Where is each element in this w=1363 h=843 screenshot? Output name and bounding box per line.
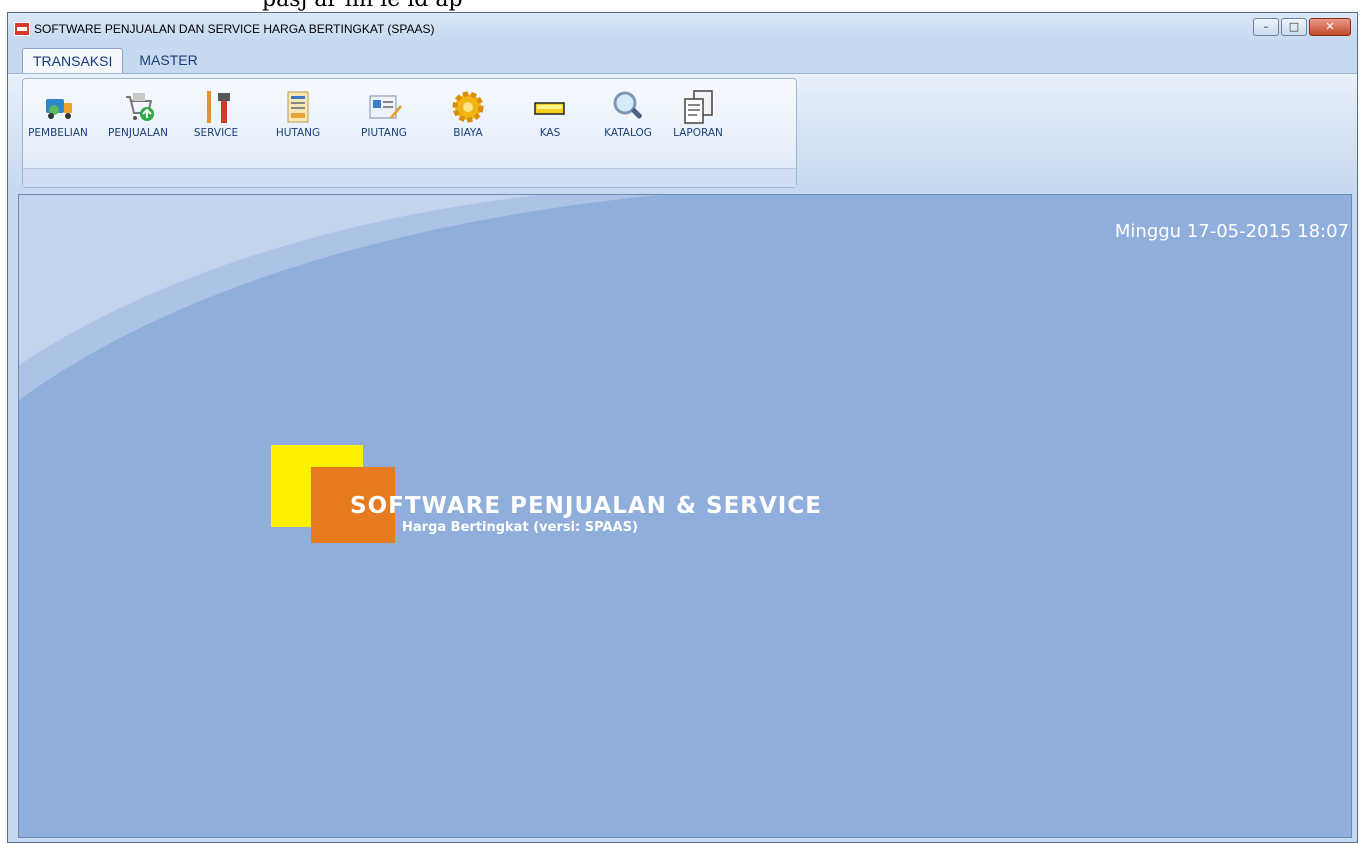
- ribbon-tabs: TRANSAKSI MASTER: [22, 48, 214, 74]
- id-card-icon: [369, 95, 402, 119]
- window-title: SOFTWARE PENJUALAN DAN SERVICE HARGA BER…: [34, 22, 435, 36]
- service-button[interactable]: SERVICE: [181, 87, 251, 147]
- penjualan-button[interactable]: PENJUALAN: [103, 87, 173, 147]
- maximize-icon: □: [1288, 20, 1300, 33]
- laporan-button[interactable]: LAPORAN: [663, 87, 733, 147]
- biaya-label: BIAYA: [453, 127, 483, 139]
- app-logo-icon: [14, 22, 30, 36]
- ribbon-group-footer: [23, 168, 796, 187]
- tools-icon: [207, 91, 230, 123]
- minimize-button[interactable]: –: [1253, 18, 1279, 36]
- close-button[interactable]: ✕: [1309, 18, 1351, 36]
- app-window: SOFTWARE PENJUALAN DAN SERVICE HARGA BER…: [7, 12, 1358, 843]
- piutang-button[interactable]: PIUTANG: [349, 87, 419, 147]
- minimize-icon: –: [1263, 20, 1269, 33]
- splash-title: SOFTWARE PENJUALAN & SERVICE: [350, 493, 822, 519]
- katalog-button[interactable]: KATALOG: [593, 87, 663, 147]
- magnifier-icon: [613, 91, 642, 119]
- documents-icon: [684, 90, 713, 124]
- ribbon-group-transaksi: PEMBELIAN PENJUALAN SERVICE HUTANG PIUTA…: [22, 78, 797, 188]
- window-controls: – □ ✕: [1253, 18, 1351, 36]
- tab-master[interactable]: MASTER: [129, 48, 207, 74]
- hutang-label: HUTANG: [275, 127, 321, 139]
- kas-label: KAS: [539, 127, 561, 139]
- pembelian-button[interactable]: PEMBELIAN: [23, 87, 93, 147]
- truck-icon: [46, 99, 72, 119]
- hutang-button[interactable]: HUTANG: [263, 87, 333, 147]
- datetime-display: Minggu 17-05-2015 18:07: [1114, 221, 1349, 242]
- laporan-label: LAPORAN: [673, 127, 723, 139]
- ledger-icon: [287, 91, 309, 123]
- tab-transaksi[interactable]: TRANSAKSI: [22, 48, 124, 74]
- header-fragment-text: pasj ar lin ie id ap: [262, 0, 463, 12]
- katalog-label: KATALOG: [604, 127, 652, 139]
- gear-icon: [452, 91, 484, 123]
- header-text-fragment: pasj ar lin ie id ap: [0, 0, 1363, 12]
- gold-bar-icon: [534, 102, 565, 115]
- workspace: Minggu 17-05-2015 18:07 SOFTWARE PENJUAL…: [18, 194, 1352, 838]
- piutang-label: PIUTANG: [361, 127, 407, 139]
- biaya-button[interactable]: BIAYA: [433, 87, 503, 147]
- pembelian-label: PEMBELIAN: [28, 127, 88, 139]
- ribbon: PEMBELIAN PENJUALAN SERVICE HUTANG PIUTA…: [8, 73, 1357, 189]
- title-bar[interactable]: SOFTWARE PENJUALAN DAN SERVICE HARGA BER…: [8, 13, 1357, 45]
- kas-button[interactable]: KAS: [515, 87, 585, 147]
- close-icon: ✕: [1325, 20, 1335, 33]
- service-label: SERVICE: [193, 127, 239, 139]
- penjualan-label: PENJUALAN: [108, 127, 168, 139]
- cart-icon: [126, 93, 154, 121]
- maximize-button[interactable]: □: [1281, 18, 1307, 36]
- splash-subtitle: Harga Bertingkat (versi: SPAAS): [402, 520, 638, 535]
